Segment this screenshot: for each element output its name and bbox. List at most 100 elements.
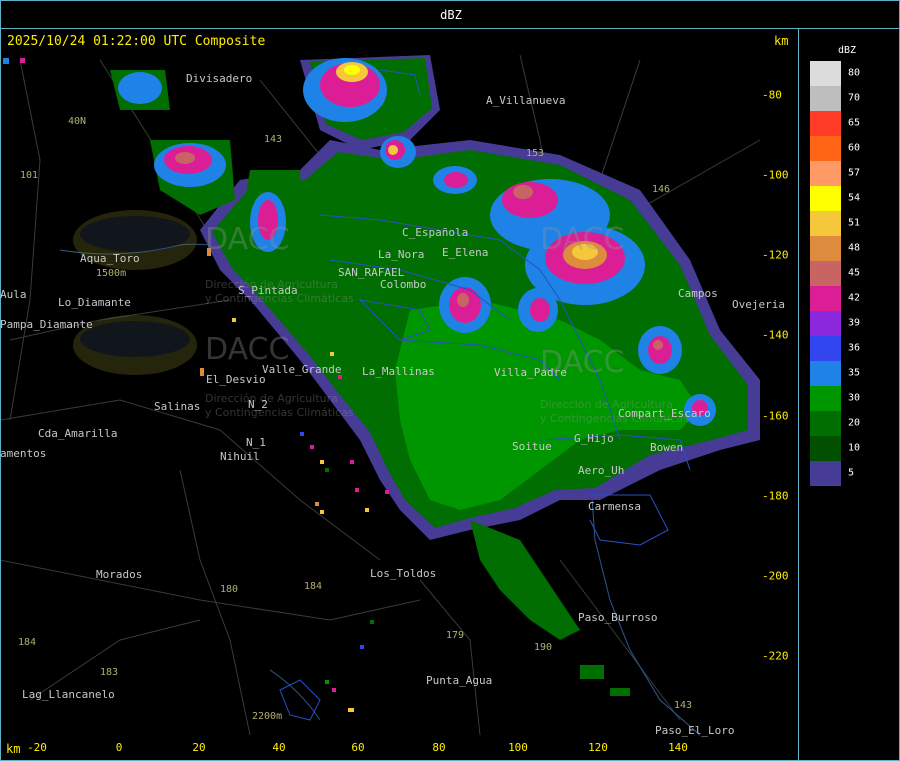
place-label: Pampa_Diamante [0, 318, 93, 331]
legend-label: 42 [848, 292, 861, 304]
y-tick: -160 [762, 409, 789, 423]
place-label: N_1 [246, 436, 266, 449]
legend-swatch [810, 86, 841, 111]
x-tick: 20 [192, 741, 206, 754]
place-label: C_Española [402, 226, 469, 239]
place-label: Punta_Agua [426, 674, 493, 687]
legend-swatch [810, 261, 841, 286]
timestamp: 2025/10/24 01:22:00 UTC Composite [7, 34, 266, 49]
place-label: A_Villanueva [486, 94, 566, 107]
route-label: 179 [446, 630, 465, 641]
unit-label-bottom: km [6, 742, 21, 756]
route-label: 146 [652, 184, 671, 195]
legend-label: 20 [848, 417, 861, 429]
watermark-brand: DACC [205, 332, 290, 367]
legend-label: 65 [848, 117, 861, 129]
legend-label: 35 [848, 367, 861, 379]
unit-label-top: km [774, 34, 789, 48]
watermark-brand: DACC [205, 222, 290, 257]
route-label: 180 [220, 584, 239, 595]
place-label: Los_Toldos [370, 567, 437, 580]
place-label: Morados [96, 568, 143, 581]
route-label: 184 [18, 637, 37, 648]
legend-swatch [810, 411, 841, 436]
x-tick: 140 [668, 741, 688, 754]
x-tick: 40 [272, 741, 286, 754]
place-label: S_Pintada [238, 284, 298, 297]
place-label: Nihuil [220, 450, 260, 463]
place-label: amentos [0, 447, 47, 460]
title-text: dBZ [440, 8, 462, 22]
place-label: La_Nora [378, 248, 425, 261]
watermark-line1: Dirección de Agricultura [205, 392, 338, 405]
x-tick: 80 [432, 741, 446, 754]
legend-label: 36 [848, 342, 861, 354]
legend-swatch [810, 311, 841, 336]
place-label: Aqua_Toro [80, 252, 140, 265]
legend-swatch [810, 136, 841, 161]
place-label: Paso_Burroso [578, 611, 658, 624]
route-label: 2200m [252, 711, 283, 722]
place-label: Ovejeria [732, 298, 785, 311]
place-label: Campos [678, 287, 718, 300]
route-label: 184 [304, 581, 323, 592]
legend-label: 60 [848, 142, 861, 154]
legend-label: 80 [848, 67, 861, 79]
place-label: Divisadero [186, 72, 253, 85]
place-label: Aula [0, 288, 27, 301]
route-label: 143 [674, 700, 693, 711]
legend-label: 51 [848, 217, 861, 229]
legend-swatch [810, 386, 841, 411]
legend-swatch [810, 336, 841, 361]
place-label: El_Desvio [206, 373, 266, 386]
legend-swatch [810, 161, 841, 186]
legend-swatch [810, 186, 841, 211]
place-label: E_Elena [442, 246, 489, 259]
place-label: Valle_Grande [262, 363, 342, 376]
y-tick: -140 [762, 328, 789, 342]
legend-label: 10 [848, 442, 861, 454]
place-label: Bowen [650, 441, 684, 454]
place-label: Compart_Escaro [618, 407, 711, 420]
legend-title: dBZ [838, 45, 857, 56]
place-label: Lo_Diamante [58, 296, 131, 309]
legend-swatch [810, 236, 841, 261]
y-tick: -220 [762, 649, 789, 663]
legend-swatch [810, 211, 841, 236]
legend-swatch [810, 461, 841, 486]
route-label: 190 [534, 642, 553, 653]
map-frame [0, 28, 799, 761]
route-label: 1500m [96, 268, 127, 279]
watermark-line2: y Contingencias Climáticas [205, 406, 354, 419]
legend-label: 39 [848, 317, 861, 329]
place-label: Salinas [154, 400, 201, 413]
legend-label: 54 [848, 192, 861, 204]
legend-label: 48 [848, 242, 861, 254]
y-tick: -180 [762, 489, 789, 503]
legend-label: 45 [848, 267, 861, 279]
y-tick: -80 [762, 88, 782, 102]
y-tick: -120 [762, 248, 789, 262]
legend-swatch [810, 286, 841, 311]
x-tick: 0 [115, 741, 123, 754]
route-label: 143 [264, 134, 283, 145]
route-label: 101 [20, 170, 39, 181]
place-label: Carmensa [588, 500, 641, 513]
place-label: G_Hijo [574, 432, 614, 445]
y-tick: -100 [762, 168, 789, 182]
legend-swatch [810, 436, 841, 461]
y-tick: -200 [762, 569, 789, 583]
place-label: Soitue [512, 440, 552, 453]
title-bar: dBZ [0, 0, 900, 29]
place-label: Villa_Padre [494, 366, 567, 379]
legend-label: 5 [848, 467, 855, 479]
place-label: N_2 [248, 398, 268, 411]
place-label: Aero_Uh [578, 464, 625, 477]
legend-swatch [810, 361, 841, 386]
legend-label: 30 [848, 392, 861, 404]
place-label: Colombo [380, 278, 427, 291]
route-label: 183 [100, 667, 119, 678]
x-tick: 60 [351, 741, 365, 754]
legend-label: 57 [848, 167, 861, 179]
x-tick: -20 [27, 741, 47, 754]
